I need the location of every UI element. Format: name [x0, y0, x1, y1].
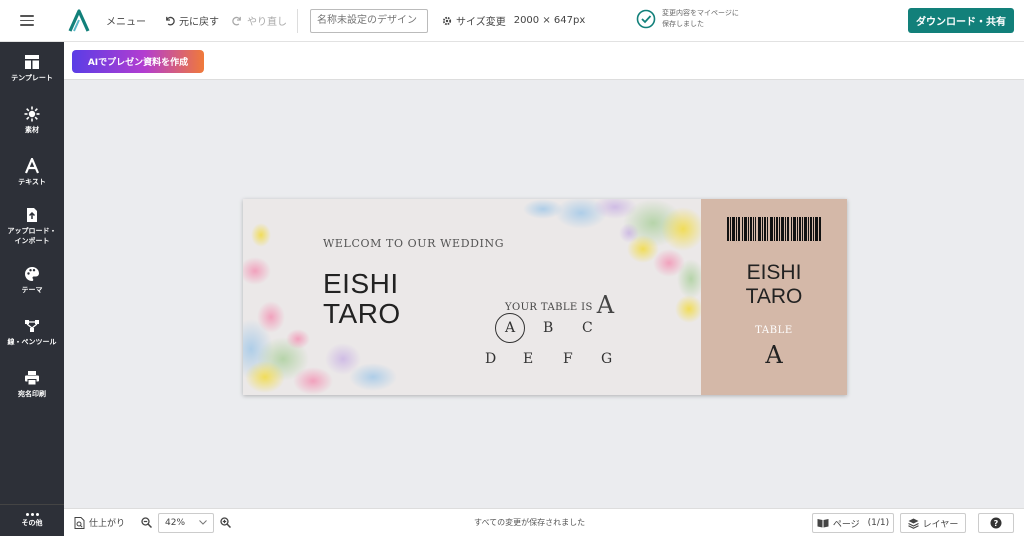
- hamburger-menu-icon[interactable]: [20, 15, 42, 26]
- sidebar-item-materials[interactable]: 素材: [0, 94, 64, 146]
- save-status-line2: 保存しました: [662, 19, 704, 28]
- undo-label: 元に戻す: [179, 17, 219, 28]
- layers-button[interactable]: レイヤー: [900, 513, 966, 533]
- sidebar-item-pen-tool[interactable]: 線・ペンツール: [0, 306, 64, 358]
- table-letter[interactable]: B: [543, 320, 553, 336]
- stub-couple-names[interactable]: EISHI TARO: [701, 261, 847, 309]
- help-icon: ?: [990, 517, 1002, 529]
- name-line-1: EISHI: [323, 268, 399, 299]
- canvas-size-value: 2000 × 647px: [513, 15, 586, 26]
- undo-button[interactable]: 元に戻す: [164, 13, 219, 28]
- chevron-down-icon: [199, 520, 207, 525]
- sidebar-item-label: テンプレート: [11, 73, 53, 82]
- zoom-in-icon: [220, 517, 232, 528]
- ticket-design[interactable]: WELCOM TO OUR WEDDING EISHI TARO YOUR TA…: [243, 199, 847, 395]
- sidebar-item-template[interactable]: テンプレート: [0, 42, 64, 94]
- zoom-level-select[interactable]: 42%: [158, 512, 215, 533]
- download-share-button[interactable]: ダウンロード・共有: [908, 8, 1014, 33]
- zoom-out-icon: [141, 517, 153, 528]
- table-letter[interactable]: E: [523, 351, 533, 367]
- zoom-level-value: 42%: [165, 517, 186, 528]
- gear-icon: [442, 16, 452, 25]
- app-logo[interactable]: [66, 8, 92, 34]
- design-title-input[interactable]: [310, 8, 428, 33]
- resize-label: サイズ変更: [456, 17, 506, 28]
- save-status: 変更内容をマイページに 保存しました: [636, 8, 762, 29]
- printer-icon: [25, 370, 39, 385]
- sidebar-item-label: テキスト: [18, 177, 46, 186]
- check-circle-icon: [636, 9, 656, 28]
- name-line-2: TARO: [323, 298, 401, 329]
- palette-icon: [25, 266, 39, 281]
- svg-text:?: ?: [994, 519, 999, 528]
- sidebar-item-more[interactable]: その他: [0, 504, 64, 536]
- undo-icon: [166, 16, 175, 26]
- table-letter[interactable]: F: [563, 351, 573, 367]
- ticket-stub-section[interactable]: EISHI TARO TABLE A: [701, 199, 847, 395]
- your-table-letter: A: [596, 291, 615, 319]
- zoom-out-button[interactable]: [141, 517, 153, 528]
- sidebar-item-theme[interactable]: テーマ: [0, 254, 64, 306]
- zoom-in-button[interactable]: [220, 517, 232, 528]
- preview-label: 仕上がり: [89, 519, 126, 529]
- upload-icon: [27, 207, 37, 222]
- couple-names[interactable]: EISHI TARO: [323, 269, 401, 329]
- template-icon: [25, 54, 39, 69]
- table-letter[interactable]: C: [582, 320, 593, 336]
- sidebar-item-label: アップロード・: [7, 226, 57, 235]
- sidebar-item-label: インポート: [14, 236, 50, 245]
- help-button[interactable]: ?: [978, 513, 1014, 533]
- materials-icon: [24, 106, 40, 121]
- sidebar-item-label: その他: [21, 519, 43, 527]
- floral-decoration: [243, 199, 701, 395]
- pages-label: ページ: [832, 519, 860, 530]
- book-icon: [817, 519, 829, 528]
- preview-button[interactable]: 仕上がり: [74, 516, 125, 529]
- redo-label: やり直し: [247, 17, 287, 28]
- text-icon: [24, 157, 40, 173]
- layers-label: レイヤー: [922, 519, 959, 530]
- stub-name-line-2: TARO: [745, 285, 803, 308]
- ai-presentation-button[interactable]: AIでプレゼン資料を作成: [72, 50, 204, 73]
- saved-message: すべての変更が保存されました: [474, 518, 586, 527]
- your-table-prefix: YOUR TABLE IS: [505, 302, 593, 313]
- bottom-toolbar: 仕上がり 42% すべての変更が保存されました ページ (1/1) レイヤー ?: [64, 508, 1024, 536]
- toolbar-divider: [297, 8, 298, 33]
- pages-button[interactable]: ページ (1/1): [812, 513, 894, 533]
- more-dots-icon: [25, 513, 39, 516]
- table-letter[interactable]: D: [485, 351, 496, 367]
- welcome-heading[interactable]: WELCOM TO OUR WEDDING: [323, 237, 504, 250]
- stub-table-letter[interactable]: A: [701, 341, 847, 369]
- layers-icon: [907, 518, 919, 529]
- top-toolbar: メニュー 元に戻す やり直し サイズ変更 2000 × 647px 変更内容をマ…: [0, 0, 1024, 42]
- sidebar-item-label: 線・ペンツール: [7, 337, 57, 346]
- save-status-line1: 変更内容をマイページに: [662, 9, 739, 17]
- left-sidebar: テンプレート 素材 テキスト アップロード・ インポート テーマ 線・ペンツール…: [0, 42, 64, 536]
- sidebar-item-print[interactable]: 宛名印刷: [0, 358, 64, 410]
- resize-button[interactable]: サイズ変更: [442, 13, 506, 28]
- pen-tool-icon: [25, 319, 39, 332]
- document-preview-icon: [74, 516, 85, 529]
- pages-count: (1/1): [867, 518, 890, 528]
- sidebar-item-label: 宛名印刷: [18, 389, 46, 398]
- table-letter[interactable]: G: [601, 351, 612, 367]
- table-letter[interactable]: A: [505, 320, 515, 336]
- redo-icon: [232, 16, 241, 26]
- sidebar-item-text[interactable]: テキスト: [0, 146, 64, 198]
- stub-table-label[interactable]: TABLE: [701, 325, 847, 336]
- sidebar-item-upload[interactable]: アップロード・ インポート: [0, 198, 64, 254]
- redo-button[interactable]: やり直し: [232, 13, 287, 28]
- sidebar-item-label: 素材: [25, 125, 39, 134]
- your-table-text[interactable]: YOUR TABLE IS A: [505, 291, 614, 319]
- context-toolbar: AIでプレゼン資料を作成: [64, 42, 1024, 80]
- sidebar-item-label: テーマ: [21, 285, 43, 294]
- stub-name-line-1: EISHI: [746, 261, 802, 284]
- barcode-graphic[interactable]: [727, 217, 821, 241]
- menu-button[interactable]: メニュー: [106, 13, 146, 28]
- design-canvas-area[interactable]: WELCOM TO OUR WEDDING EISHI TARO YOUR TA…: [64, 80, 1024, 508]
- ticket-main-section[interactable]: WELCOM TO OUR WEDDING EISHI TARO YOUR TA…: [243, 199, 701, 395]
